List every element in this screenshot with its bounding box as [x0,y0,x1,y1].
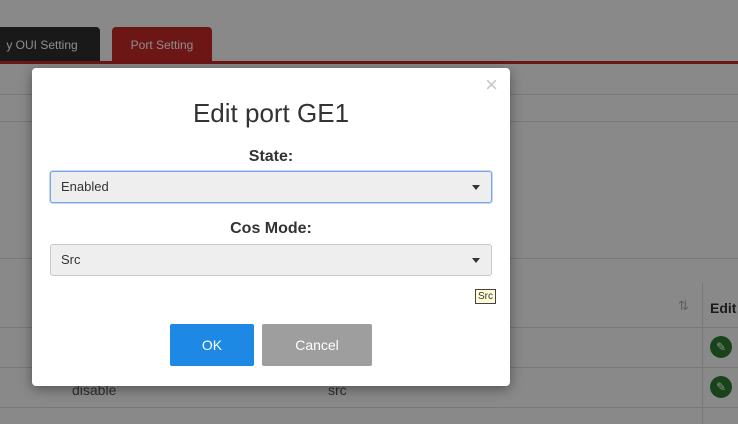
state-select-value: Enabled [61,179,109,194]
cancel-button[interactable]: Cancel [262,324,372,366]
value-tooltip: Src [475,289,496,304]
ok-button[interactable]: OK [170,324,254,366]
state-select[interactable]: Enabled [50,171,492,203]
cos-mode-label: Cos Mode: [230,220,312,237]
edit-port-dialog: × Edit port GE1 State: Enabled Cos Mode:… [32,68,510,386]
state-label: State: [248,148,294,165]
cos-mode-select-value: Src [61,252,81,267]
cos-mode-select[interactable]: Src [50,244,492,276]
chevron-down-icon [472,185,480,190]
close-icon[interactable]: × [485,74,498,96]
dialog-title: Edit port GE1 [192,98,350,128]
chevron-down-icon [472,258,480,263]
